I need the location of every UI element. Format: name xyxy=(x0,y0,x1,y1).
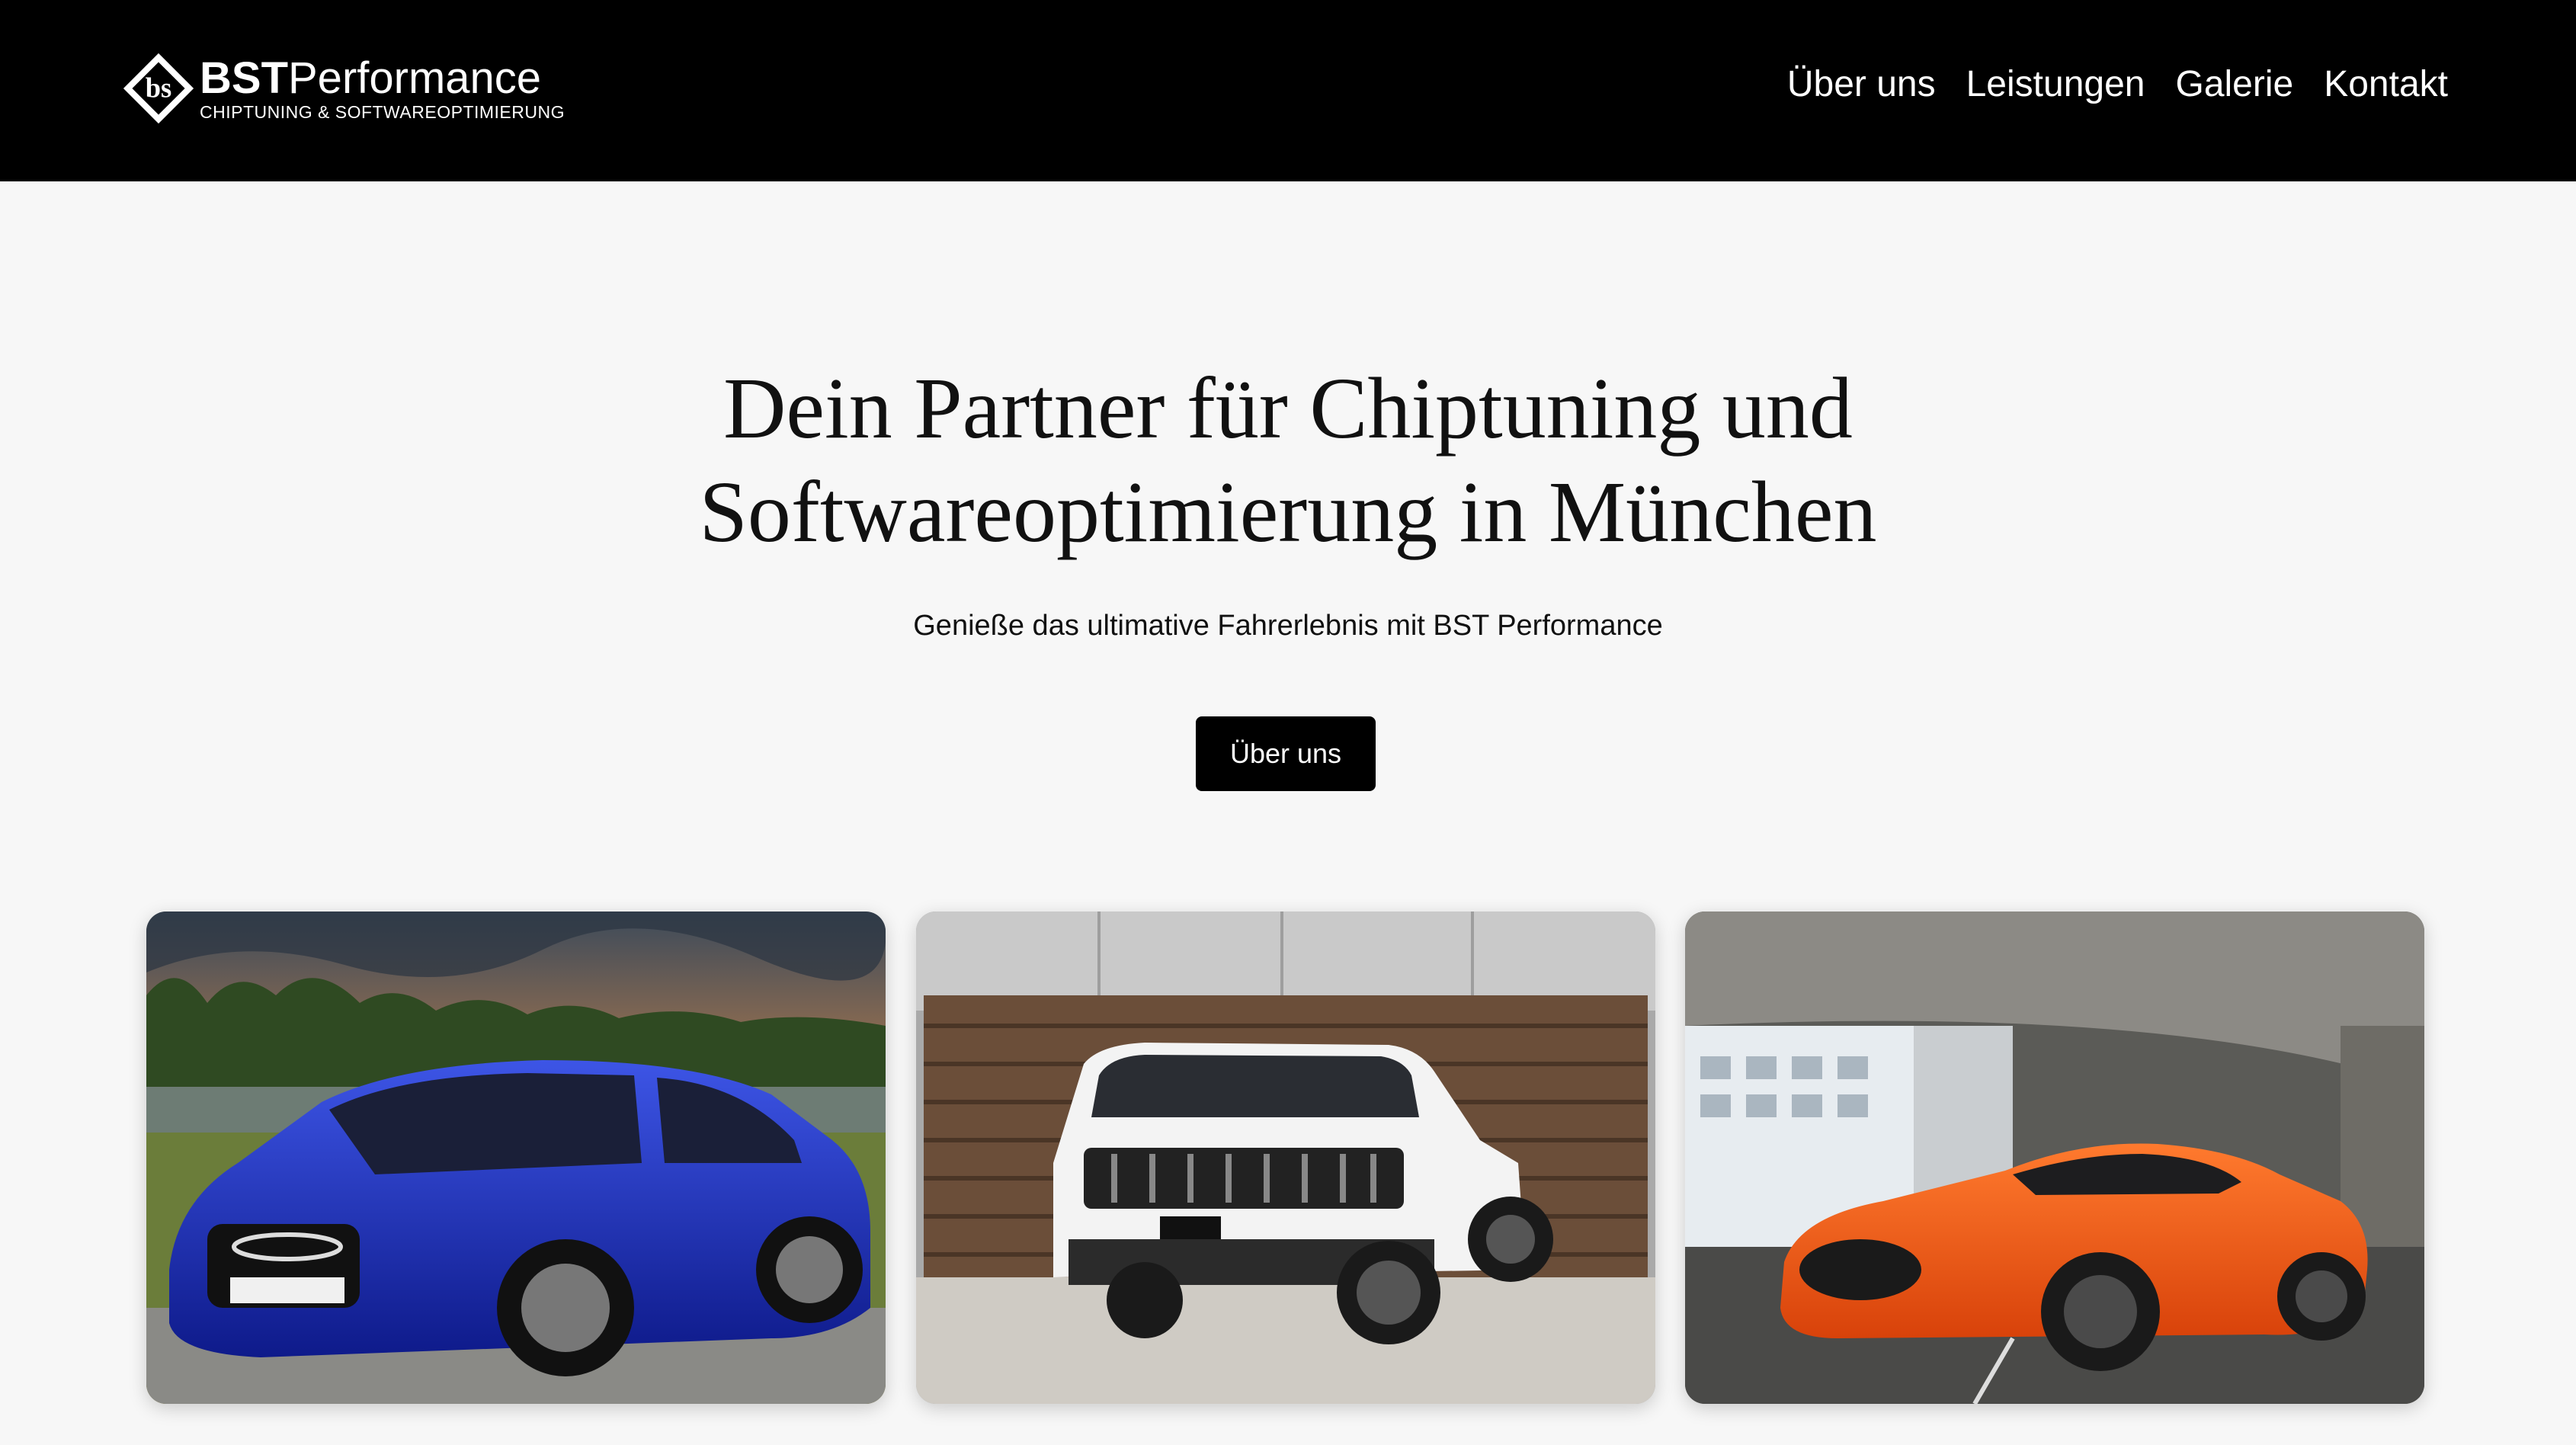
car-photo-jeep-image xyxy=(916,912,1655,1404)
hero-subtitle: Genieße das ultimative Fahrerlebnis mit … xyxy=(913,610,1663,642)
gallery-card-jeep[interactable] xyxy=(916,912,1655,1404)
brand-text: BSTPerformance CHIPTUNING & SOFTWAREOPTI… xyxy=(200,55,565,123)
hero-title: Dein Partner für Chiptuning und Software… xyxy=(0,357,2576,564)
gallery-card-audi[interactable] xyxy=(146,912,886,1404)
about-us-button[interactable]: Über uns xyxy=(1196,716,1376,791)
nav-link-kontakt[interactable]: Kontakt xyxy=(2324,59,2448,110)
brand-name-light: Performance xyxy=(288,53,542,103)
brand-tagline: CHIPTUNING & SOFTWAREOPTIMIERUNG xyxy=(200,102,565,122)
bst-diamond-logo-icon: bs xyxy=(123,53,194,124)
nav-link-leistungen[interactable]: Leistungen xyxy=(1966,59,2145,110)
hero-title-line-1: Dein Partner für Chiptuning und xyxy=(723,360,1853,457)
main-nav: Über uns Leistungen Galerie Kontakt xyxy=(1787,59,2448,110)
gallery-card-jaguar[interactable] xyxy=(1685,912,2424,1404)
nav-link-galerie[interactable]: Galerie xyxy=(2175,59,2293,110)
car-photo-jaguar-image xyxy=(1685,912,2424,1404)
svg-text:bs: bs xyxy=(146,72,171,104)
site-header: bs BSTPerformance CHIPTUNING & SOFTWAREO… xyxy=(0,0,2576,181)
brand-logo-link[interactable]: bs BSTPerformance CHIPTUNING & SOFTWAREO… xyxy=(122,52,565,125)
nav-link-ueber-uns[interactable]: Über uns xyxy=(1787,59,1936,110)
car-photo-audi-image xyxy=(146,912,886,1404)
hero-title-line-2: Softwareoptimierung in München xyxy=(699,463,1877,560)
brand-name-strong: BST xyxy=(200,53,288,103)
brand-name: BSTPerformance xyxy=(200,55,565,102)
